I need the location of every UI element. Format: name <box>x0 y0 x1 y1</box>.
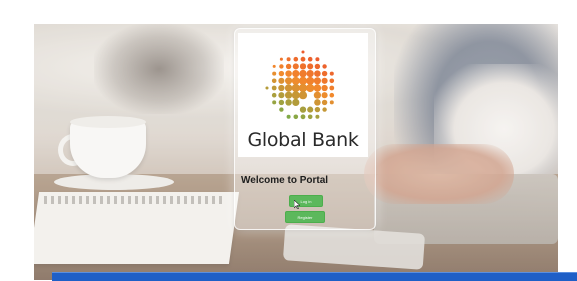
logo-dot <box>278 99 285 106</box>
logo-dot <box>314 70 321 77</box>
logo-dot <box>286 57 291 62</box>
logo-dot <box>314 99 321 106</box>
background-photo: Global Bank Welcome to Portal Log in Reg… <box>34 24 558 280</box>
logo-dot <box>321 77 328 84</box>
logo-dot <box>307 56 313 62</box>
globe-dots-logo-icon <box>265 50 335 120</box>
logo-dot <box>279 64 284 69</box>
logo-dot <box>291 83 300 93</box>
logo-dot <box>285 70 292 77</box>
logo-dot <box>315 57 320 62</box>
logo-dot <box>329 85 335 91</box>
logo-dot <box>321 99 328 106</box>
logo-dot <box>291 91 300 100</box>
logo-dot <box>307 106 314 113</box>
logo-dot <box>299 69 307 78</box>
logo-box: Global Bank <box>238 33 368 157</box>
logo-dot <box>293 56 299 62</box>
screenshot-frame: Global Bank Welcome to Portal Log in Reg… <box>0 0 577 281</box>
logo-dot <box>321 84 328 92</box>
logo-dot <box>284 84 293 92</box>
logo-dot <box>307 114 313 120</box>
logo-dot <box>300 114 306 120</box>
logo-dot <box>307 63 314 70</box>
logo-dot <box>313 84 322 92</box>
logo-dot <box>321 92 328 99</box>
logo-dot <box>298 91 308 100</box>
logo-dot <box>272 100 277 105</box>
logo-dot <box>278 77 285 84</box>
logo-dot <box>329 78 335 84</box>
logo-dot <box>291 76 300 85</box>
logo-dot <box>292 63 299 70</box>
login-card: Global Bank Welcome to Portal Log in Reg… <box>234 28 376 230</box>
logo-dot <box>329 92 335 98</box>
logo-dot <box>292 70 300 78</box>
logo-dot <box>272 64 276 68</box>
mouse-pointer-icon <box>294 200 300 209</box>
logo-dot <box>301 50 305 54</box>
logo-dot <box>286 114 291 119</box>
logo-dot <box>271 78 277 84</box>
logo-dot <box>271 92 277 98</box>
logo-dot <box>314 106 321 113</box>
logo-dot <box>300 56 306 62</box>
logo-dot <box>293 114 299 120</box>
logo-dot <box>265 86 269 90</box>
logo-dot <box>292 98 300 106</box>
logo-dot <box>306 70 314 78</box>
logo-dot <box>299 63 307 70</box>
logo-dot <box>329 71 334 76</box>
logo-dot <box>271 85 277 91</box>
logo-dot <box>279 57 283 61</box>
logo-dot <box>298 76 308 85</box>
logo-dot <box>279 107 284 112</box>
logo-dot <box>314 63 321 70</box>
logo-dot <box>285 99 292 106</box>
logo-dot <box>306 76 315 85</box>
logo-dot <box>313 77 321 85</box>
logo-dot <box>278 70 285 77</box>
logo-dot <box>329 100 334 105</box>
logo-dot <box>285 63 292 70</box>
brand-name: Global Bank <box>247 129 359 151</box>
logo-dot <box>313 91 321 99</box>
welcome-heading: Welcome to Portal <box>241 175 329 186</box>
logo-dot <box>298 83 308 93</box>
logo-dot <box>272 71 277 76</box>
logo-dot <box>315 114 320 119</box>
logo-dot <box>285 91 293 99</box>
logo-dot <box>278 92 285 99</box>
logo-dot <box>321 70 328 77</box>
logo-dot <box>285 77 293 85</box>
logo-dot <box>299 106 307 113</box>
logo-dot <box>322 107 327 112</box>
register-button[interactable]: Register <box>285 211 325 223</box>
logo-dot <box>306 83 315 93</box>
logo-dot <box>278 84 285 92</box>
logo-dot <box>322 64 327 69</box>
